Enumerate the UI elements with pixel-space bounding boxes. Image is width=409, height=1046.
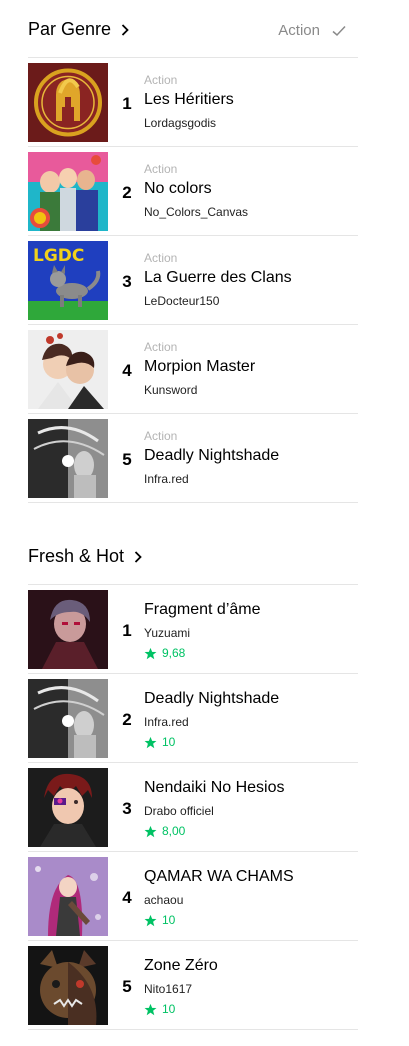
rank-number: 4	[122, 888, 132, 907]
chevron-right-icon	[121, 23, 129, 36]
rank-number: 4	[122, 361, 132, 380]
rank-number: 5	[122, 977, 132, 996]
chevron-right-icon	[134, 550, 142, 563]
cover-thumbnail	[28, 679, 108, 758]
rating: 10	[144, 913, 175, 927]
series-title: La Guerre des Clans	[144, 269, 292, 286]
genre-label: Action	[144, 162, 178, 176]
series-title: Les Héritiers	[144, 91, 234, 108]
genre-filter-dropdown[interactable]: Action	[278, 22, 346, 39]
author-name: Drabo officiel	[144, 804, 214, 818]
list-item[interactable]: 1 Action Les Héritiers Lordagsgodis	[28, 58, 358, 147]
cover-thumbnail	[28, 63, 108, 142]
fresh-hot-title: Fresh & Hot	[28, 546, 125, 566]
author-name: achaou	[144, 893, 184, 907]
list-item[interactable]: 2 Action No colors No_Colors_Canvas	[28, 147, 358, 236]
par-genre-title-link[interactable]: Par Genre	[28, 19, 129, 40]
fresh-hot-section: Fresh & Hot 1 Fragment d’âme Yuzuami 9,6…	[28, 527, 358, 1030]
series-title: Deadly Nightshade	[144, 447, 280, 464]
list-item[interactable]: 3 Nendaiki No Hesios Drabo officiel 8,00	[28, 763, 358, 852]
author-name: Nito1617	[144, 982, 193, 996]
fresh-hot-title-link[interactable]: Fresh & Hot	[28, 546, 142, 567]
series-title: Fragment d’âme	[144, 601, 261, 618]
cover-thumbnail	[28, 419, 108, 498]
list-item[interactable]: 2 Deadly Nightshade Infra.red 10	[28, 674, 358, 763]
series-title: Morpion Master	[144, 358, 256, 375]
list-item[interactable]: 1 Fragment d’âme Yuzuami 9,68	[28, 585, 358, 674]
cover-text: LGDC	[33, 246, 84, 266]
rank-number: 3	[122, 799, 132, 818]
author-name: Infra.red	[144, 472, 189, 486]
genre-label: Action	[144, 73, 178, 87]
cover-thumbnail	[28, 857, 108, 936]
cover-thumbnail	[28, 152, 108, 231]
star-icon	[144, 1003, 157, 1015]
rank-number: 3	[122, 272, 132, 291]
rating: 8,00	[144, 824, 185, 838]
series-title: Deadly Nightshade	[144, 690, 280, 707]
genre-filter-value: Action	[278, 22, 320, 39]
star-icon	[144, 647, 157, 659]
list-item[interactable]: 4 QAMAR WA CHAMS achaou 10	[28, 852, 358, 941]
rank-number: 1	[122, 94, 132, 113]
series-title: Zone Zéro	[144, 957, 218, 974]
par-genre-header: Par Genre Action	[28, 0, 358, 58]
genre-label: Action	[144, 429, 178, 443]
rating-value: 10	[162, 1002, 176, 1016]
author-name: No_Colors_Canvas	[144, 205, 249, 219]
genre-label: Action	[144, 340, 178, 354]
check-icon	[332, 25, 346, 36]
fresh-hot-header: Fresh & Hot	[28, 527, 358, 585]
rating-value: 10	[162, 735, 176, 749]
star-icon	[144, 914, 157, 926]
author-name: Yuzuami	[144, 626, 191, 640]
series-title: Nendaiki No Hesios	[144, 779, 285, 796]
list-item[interactable]: 5 Zone Zéro Nito1617 10	[28, 941, 358, 1030]
star-icon	[144, 825, 157, 837]
series-title: No colors	[144, 180, 212, 197]
cover-thumbnail	[28, 768, 108, 847]
cover-thumbnail	[28, 946, 108, 1025]
cover-thumbnail	[28, 330, 108, 409]
author-name: Kunsword	[144, 383, 198, 397]
rank-number: 5	[122, 450, 132, 469]
rank-number: 2	[122, 710, 132, 729]
rating-value: 10	[162, 913, 176, 927]
rating-value: 8,00	[162, 824, 186, 838]
rank-number: 2	[122, 183, 132, 202]
star-icon	[144, 736, 157, 748]
genre-label: Action	[144, 251, 178, 265]
par-genre-title: Par Genre	[28, 19, 112, 39]
rank-number: 1	[122, 621, 132, 640]
rating: 10	[144, 735, 175, 749]
series-title: QAMAR WA CHAMS	[144, 868, 294, 885]
author-name: Lordagsgodis	[144, 116, 217, 130]
list-item[interactable]: 5 Action Deadly Nightshade Infra.red	[28, 414, 358, 503]
list-item[interactable]: 4 Action Morpion Master Kunsword	[28, 325, 358, 414]
cover-thumbnail	[28, 590, 108, 669]
par-genre-section: Par Genre Action 1 Action Les Héritiers …	[28, 0, 358, 503]
rating-value: 9,68	[162, 646, 186, 660]
list-item[interactable]: LGDC 3 Action La Guerre des Clans LeDoct…	[28, 236, 358, 325]
author-name: Infra.red	[144, 715, 189, 729]
rating: 9,68	[144, 646, 185, 660]
rating: 10	[144, 1002, 175, 1016]
cover-thumbnail: LGDC	[28, 241, 108, 320]
author-name: LeDocteur150	[144, 294, 220, 308]
